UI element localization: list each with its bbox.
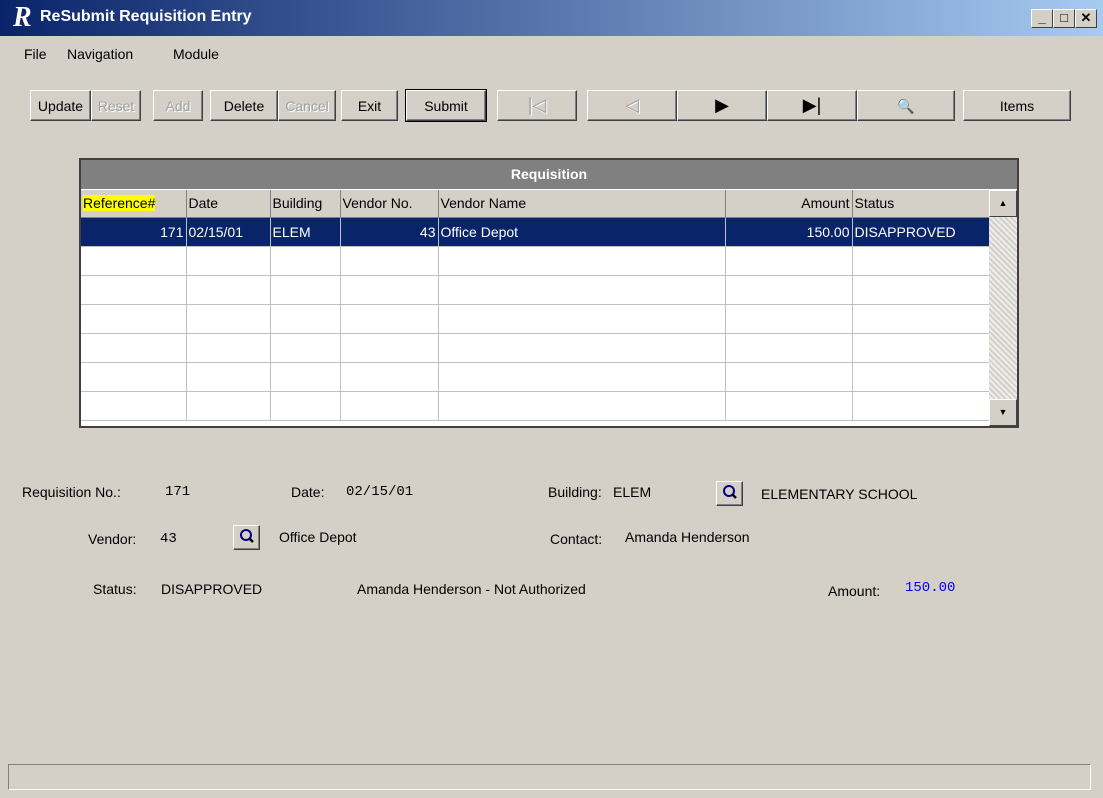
status-label: Status: xyxy=(93,581,137,597)
col-header-amount[interactable]: Amount xyxy=(725,190,853,218)
first-record-icon: |◁ xyxy=(527,95,547,115)
find-button[interactable]: 🔍 xyxy=(857,90,955,121)
grid-vertical-scrollbar[interactable]: ▲ ▼ xyxy=(989,190,1017,426)
empty-row[interactable] xyxy=(81,275,990,305)
reset-button[interactable]: Reset xyxy=(91,90,141,121)
status-bar xyxy=(8,764,1091,790)
requisition-no-value: 171 xyxy=(165,484,191,500)
empty-row[interactable] xyxy=(81,362,990,392)
col-header-vendor-no[interactable]: Vendor No. xyxy=(340,190,439,218)
first-record-button[interactable]: |◁ xyxy=(497,90,577,121)
minimize-button[interactable]: _ xyxy=(1031,9,1053,28)
last-record-button[interactable]: ▶| xyxy=(767,90,857,121)
binoculars-icon: 🔍 xyxy=(897,97,915,114)
cell-building[interactable]: ELEM xyxy=(270,217,341,247)
col-header-vendor-name[interactable]: Vendor Name xyxy=(438,190,726,218)
app-logo-icon: R xyxy=(13,2,32,33)
amount-label: Amount: xyxy=(828,583,881,599)
exit-button[interactable]: Exit xyxy=(341,90,398,121)
date-label: Date: xyxy=(291,484,325,500)
menu-module[interactable]: Module xyxy=(173,46,219,62)
col-header-building[interactable]: Building xyxy=(270,190,341,218)
title-bar[interactable]: R ReSubmit Requisition Entry _ □ ✕ xyxy=(0,0,1103,36)
building-label: Building: xyxy=(548,484,602,500)
scroll-down-icon[interactable]: ▼ xyxy=(989,399,1017,426)
submit-button[interactable]: Submit xyxy=(405,89,487,122)
add-button[interactable]: Add xyxy=(153,90,203,121)
col-header-status[interactable]: Status xyxy=(852,190,990,218)
cell-vendor-name[interactable]: Office Depot xyxy=(438,217,726,247)
grid-caption: Requisition xyxy=(81,160,1017,189)
next-record-icon: ▶ xyxy=(715,95,729,115)
next-record-button[interactable]: ▶ xyxy=(677,90,767,121)
contact-label: Contact: xyxy=(550,531,603,547)
empty-row[interactable] xyxy=(81,304,990,334)
last-record-icon: ▶| xyxy=(802,95,822,115)
grid-header-row: Reference# Date Building Vendor No. Vend… xyxy=(81,190,990,218)
cell-amount[interactable]: 150.00 xyxy=(725,217,853,247)
building-value: ELEM xyxy=(613,484,652,500)
requisition-no-label: Requisition No.: xyxy=(22,484,121,500)
maximize-button[interactable]: □ xyxy=(1053,9,1075,28)
cell-vendor-no[interactable]: 43 xyxy=(340,217,439,247)
menu-navigation[interactable]: Navigation xyxy=(67,46,133,62)
cell-date[interactable]: 02/15/01 xyxy=(186,217,271,247)
vendor-value: 43 xyxy=(160,531,177,547)
col-header-reference[interactable]: Reference# xyxy=(81,190,187,218)
table-row[interactable]: 171 02/15/01 ELEM 43 Office Depot 150.00… xyxy=(81,217,990,247)
requisition-table: Reference# Date Building Vendor No. Vend… xyxy=(81,190,990,421)
menu-file[interactable]: File xyxy=(24,46,47,62)
delete-button[interactable]: Delete xyxy=(210,90,278,121)
window-title: ReSubmit Requisition Entry xyxy=(40,8,252,25)
empty-row[interactable] xyxy=(81,391,990,421)
vendor-lookup-button[interactable] xyxy=(233,525,260,550)
empty-row[interactable] xyxy=(81,333,990,363)
menu-bar: File Navigation Module xyxy=(0,36,1103,66)
scroll-up-icon[interactable]: ▲ xyxy=(989,190,1017,217)
status-note: Amanda Henderson - Not Authorized xyxy=(357,581,586,597)
vendor-label: Vendor: xyxy=(88,531,137,547)
previous-record-icon: ◁ xyxy=(625,95,639,115)
requisition-grid: Requisition Reference# Date Building Ven… xyxy=(79,158,1019,428)
app-window: R ReSubmit Requisition Entry _ □ ✕ File … xyxy=(0,0,1103,798)
cancel-button[interactable]: Cancel xyxy=(278,90,336,121)
building-name-value: ELEMENTARY SCHOOL xyxy=(761,486,918,502)
status-value: DISAPPROVED xyxy=(161,581,263,597)
empty-row[interactable] xyxy=(81,246,990,276)
building-lookup-button[interactable] xyxy=(716,481,743,506)
vendor-name-value: Office Depot xyxy=(279,529,357,545)
magnifier-icon xyxy=(722,485,737,499)
col-header-date[interactable]: Date xyxy=(186,190,271,218)
magnifier-icon xyxy=(239,529,254,543)
items-button[interactable]: Items xyxy=(963,90,1071,121)
update-button[interactable]: Update xyxy=(30,90,91,121)
contact-value: Amanda Henderson xyxy=(625,529,750,545)
amount-value: 150.00 xyxy=(905,580,956,596)
previous-record-button[interactable]: ◁ xyxy=(587,90,677,121)
cell-reference[interactable]: 171 xyxy=(81,217,187,247)
cell-status[interactable]: DISAPPROVED xyxy=(852,217,990,247)
close-button[interactable]: ✕ xyxy=(1075,9,1097,28)
date-value: 02/15/01 xyxy=(346,484,414,500)
